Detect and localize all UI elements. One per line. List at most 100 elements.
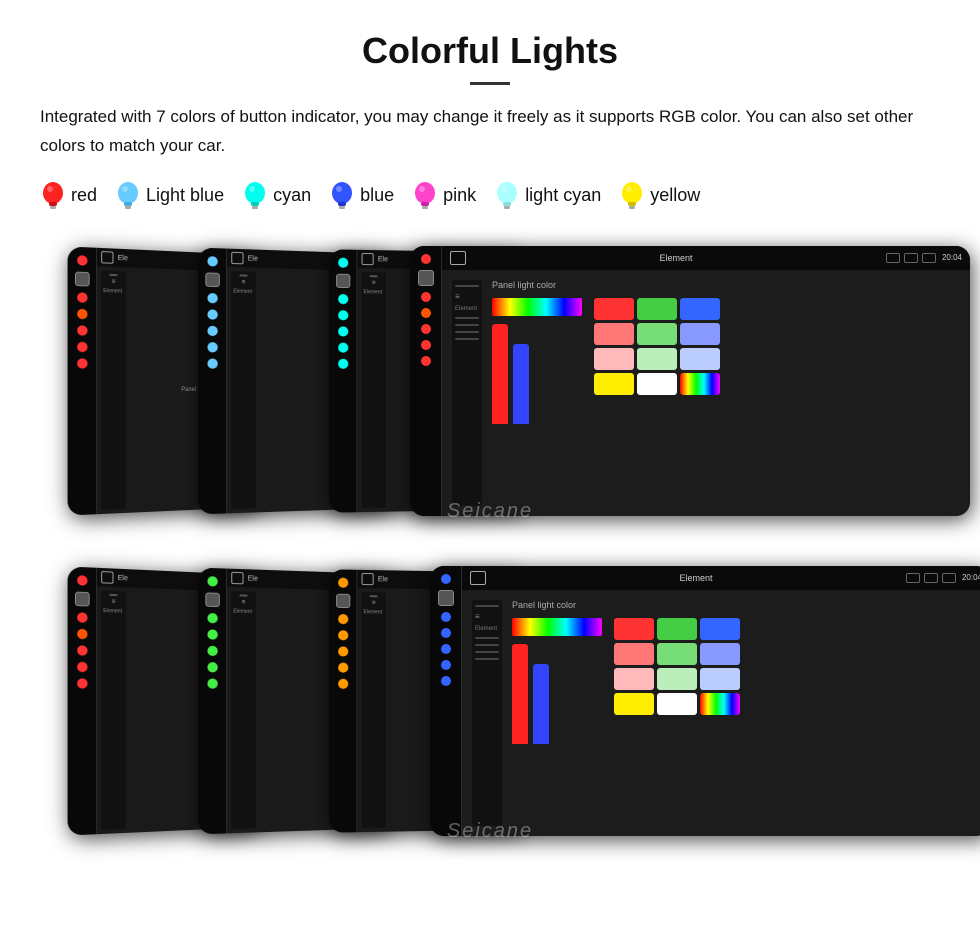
home-icon-0 — [101, 251, 113, 264]
device-1-strip — [198, 247, 227, 514]
nav-line-3 — [455, 324, 479, 326]
home-icon-1 — [231, 252, 243, 265]
bar-blue — [513, 344, 529, 424]
b3-nav-line-4 — [475, 651, 499, 653]
home-main — [418, 270, 434, 286]
strip-dot-red3 — [77, 325, 88, 335]
b2-home — [336, 594, 350, 608]
b1-dot4 — [207, 645, 217, 655]
b1-dot2 — [207, 613, 217, 623]
header-icon-3 — [922, 253, 936, 263]
device-b0-strip — [68, 566, 97, 835]
device-3-nav: ≡ Element — [452, 280, 482, 506]
strip-dot-cy — [338, 257, 348, 267]
screen-title-2: Ele — [378, 255, 388, 262]
bulb-icon-cyan — [242, 179, 268, 213]
b3-panel-label: Panel light color — [512, 600, 980, 610]
panel-area — [492, 298, 960, 424]
color-bars — [492, 324, 582, 424]
header-icon-1 — [886, 253, 900, 263]
b3-dot1 — [441, 574, 451, 584]
swatch-white — [637, 373, 677, 395]
swatch-rainbow — [680, 373, 720, 395]
b1-home — [205, 592, 220, 607]
strip-dot-red4 — [77, 342, 88, 352]
b2-dot2 — [338, 614, 348, 624]
strip-dot-lb — [207, 256, 217, 267]
b1-dot1 — [207, 576, 217, 587]
strip-dot-lb4 — [207, 325, 217, 335]
screen-title-b0: Ele — [118, 574, 128, 582]
strip-dot-cy3 — [338, 310, 348, 320]
nav-line-1 — [455, 285, 479, 287]
bulb-icon-red — [40, 179, 66, 213]
strip-dot-lb2 — [207, 293, 217, 303]
device-b3-screen: Element 20:04 ≡ Element — [462, 566, 980, 836]
b3-dot4 — [441, 644, 451, 654]
device-3-content: Panel light color — [492, 280, 960, 506]
strip-dot-red5 — [77, 358, 88, 368]
nav-text-b0: Element — [103, 608, 124, 615]
swatch-green — [637, 298, 677, 320]
bulb-icon-yellow — [619, 179, 645, 213]
device-b0-nav: ≡ Element — [101, 590, 126, 829]
screen-title-0: Ele — [118, 254, 128, 262]
b3-nav-text: Element — [475, 626, 499, 632]
color-item-red: red — [40, 179, 97, 213]
nav-menu-b0: ≡ — [103, 599, 124, 606]
page-title: Colorful Lights — [40, 30, 940, 72]
b3-bars-section — [512, 618, 602, 744]
home-icon-b1 — [231, 572, 243, 585]
nav-line-2 — [455, 317, 479, 319]
color-label-lightblue: Light blue — [146, 185, 224, 206]
swatch-blue — [680, 298, 720, 320]
device-unit-3-main: Element 20:04 ≡ Element — [410, 246, 970, 516]
b3-nav-line-1 — [475, 605, 499, 607]
nav-text-1: Element — [233, 288, 253, 295]
device-3-screen: Element 20:04 ≡ Element — [442, 246, 970, 516]
page-description: Integrated with 7 colors of button indic… — [40, 103, 940, 161]
b1-dot6 — [207, 678, 217, 688]
b3-swatch-red — [614, 618, 654, 640]
device-3-header: Element 20:04 — [442, 246, 970, 270]
color-item-lightcyan: light cyan — [494, 179, 601, 213]
b3-bar-blue — [533, 664, 549, 744]
device-b2-nav: ≡ Element — [362, 592, 386, 828]
top-device-row: Ele ≡ Element Panel light — [40, 241, 940, 541]
b2-dot6 — [338, 679, 348, 689]
swatch-lightgreen — [637, 323, 677, 345]
device-0-nav: ≡ Element — [101, 270, 126, 509]
device-b3-body: ≡ Element Panel light color — [462, 590, 980, 836]
home-icon-3 — [450, 251, 466, 265]
nav-dot-1 — [239, 274, 247, 276]
strip-dot-cy2 — [338, 294, 348, 304]
strip-dot-lb5 — [207, 342, 217, 352]
strip-dot-lb6 — [207, 358, 217, 368]
b2-dot5 — [338, 662, 348, 672]
nav-dot — [109, 274, 117, 276]
b0-dot6 — [77, 678, 88, 688]
color-label-blue: blue — [360, 185, 394, 206]
color-label-pink: pink — [443, 185, 476, 206]
b3-swatch-lightgreen — [657, 643, 697, 665]
b0-dot1 — [77, 575, 88, 586]
strip-dot-red — [77, 255, 88, 266]
nav-dot-b1 — [239, 594, 247, 596]
b1-dot5 — [207, 662, 217, 672]
b0-dot2 — [77, 612, 88, 623]
home-icon-2 — [362, 253, 374, 265]
home-dot-1 — [205, 272, 220, 287]
bulb-icon-lightcyan — [494, 179, 520, 213]
color-label-cyan: cyan — [273, 185, 311, 206]
strip-main-dot3 — [421, 308, 431, 318]
rainbow-gradient-bar — [492, 298, 582, 316]
strip-dot-cy6 — [338, 359, 348, 369]
b3-header-icon-1 — [906, 573, 920, 583]
device-3-strip — [410, 246, 442, 516]
nav-line-5 — [455, 338, 479, 340]
color-item-cyan: cyan — [242, 179, 311, 213]
b3-swatch-green — [657, 618, 697, 640]
b3-swatch-paleblue — [700, 668, 740, 690]
color-indicator-row: red Light blue cyan — [40, 179, 940, 213]
strip-dot-red2 — [77, 292, 88, 303]
